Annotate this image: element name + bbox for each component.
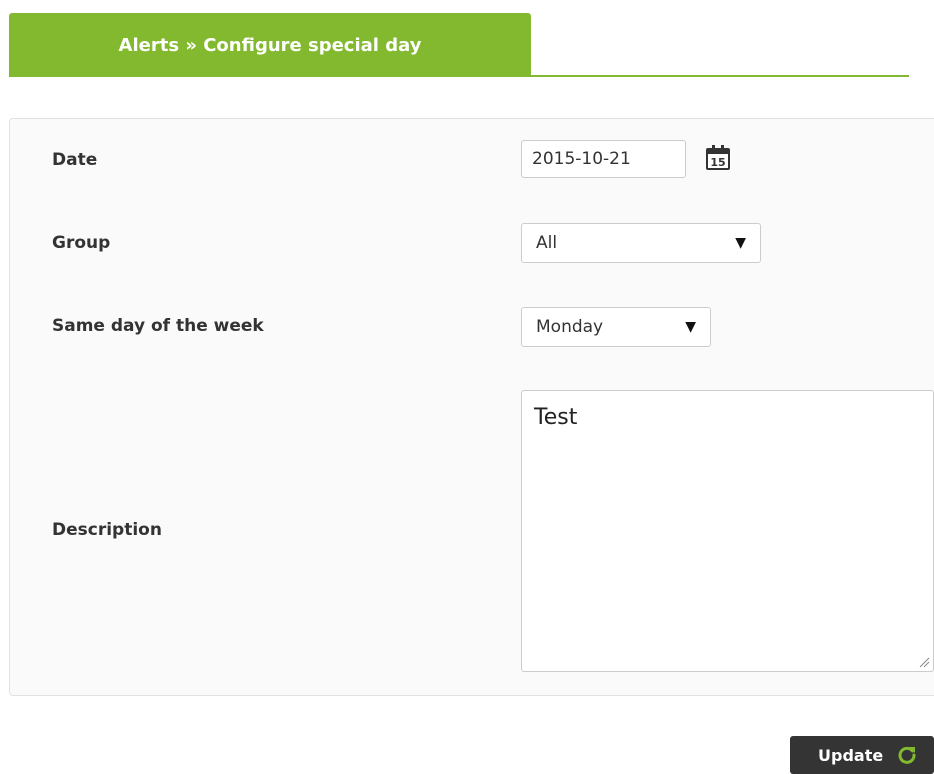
group-label: Group [52,233,111,253]
date-label: Date [52,150,98,170]
description-value: Test [534,405,578,430]
date-input[interactable]: 2015-10-21 [521,140,686,178]
group-value: All [536,233,558,253]
resize-handle-icon[interactable] [918,656,930,668]
refresh-icon [898,746,916,764]
calendar-day: 15 [710,156,725,169]
group-select[interactable]: All ▼ [521,223,761,263]
update-button[interactable]: Update [790,736,934,774]
same-day-select[interactable]: Monday ▼ [521,307,711,347]
dropdown-arrow-icon: ▼ [735,235,746,251]
update-button-label: Update [818,745,884,765]
tab-underline [9,75,909,77]
dropdown-arrow-icon: ▼ [685,319,696,335]
description-textarea[interactable]: Test [521,390,934,672]
description-label: Description [52,520,162,540]
tab-title: Alerts » Configure special day [118,34,422,56]
date-value: 2015-10-21 [532,149,631,169]
calendar-icon[interactable]: 15 [705,145,731,171]
tab-configure-special-day[interactable]: Alerts » Configure special day [9,13,531,77]
same-day-value: Monday [536,317,604,337]
same-day-label: Same day of the week [52,316,264,336]
